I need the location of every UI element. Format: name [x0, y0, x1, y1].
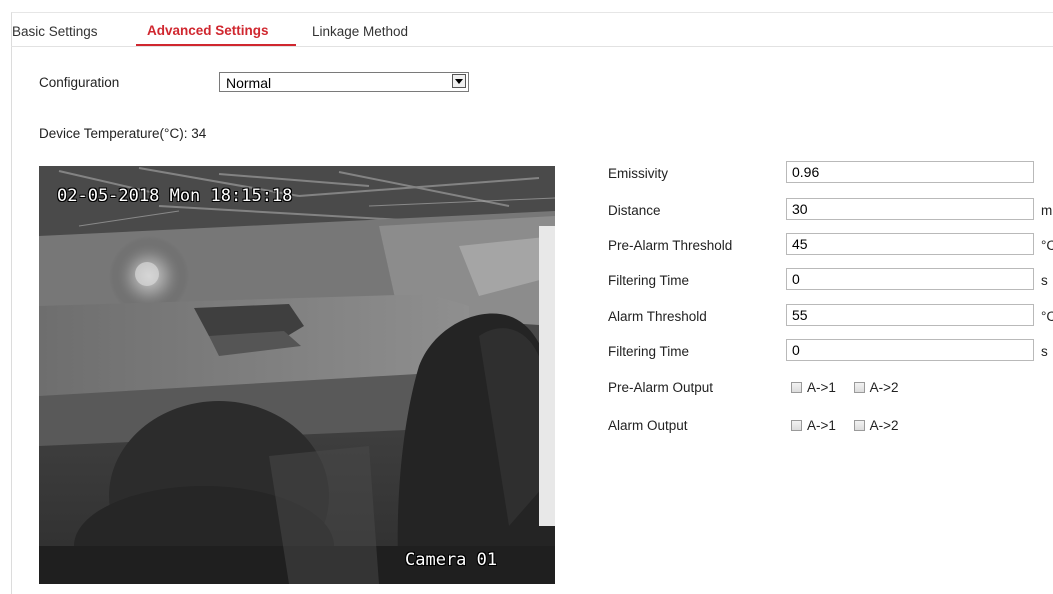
checkbox-icon [853, 420, 865, 431]
configuration-selected-value: Normal [226, 75, 272, 91]
distance-input[interactable] [786, 198, 1034, 220]
alarm-output-a1-checkbox[interactable]: A->1 [791, 418, 836, 433]
distance-label: Distance [608, 203, 661, 218]
thermal-image [39, 166, 555, 584]
distance-unit: m [1041, 203, 1053, 218]
pre-alarm-output-options: A->1 A->2 [791, 380, 913, 395]
tab-linkage-method[interactable]: Linkage Method [312, 24, 408, 39]
camera-timestamp: 02-05-2018 Mon 18:15:18 [57, 186, 293, 206]
configuration-select[interactable]: Normal [219, 72, 469, 92]
alarm-output-options: A->1 A->2 [791, 418, 913, 433]
pre-alarm-output-label: Pre-Alarm Output [608, 380, 714, 395]
emissivity-input[interactable] [786, 161, 1034, 183]
checkbox-icon [791, 382, 802, 393]
checkbox-label: A->2 [869, 418, 899, 433]
alarm-threshold-unit: °C [1041, 309, 1053, 324]
pre-alarm-output-a2-checkbox[interactable]: A->2 [853, 380, 899, 395]
pre-alarm-threshold-label: Pre-Alarm Threshold [608, 238, 733, 253]
pre-alarm-output-a1-checkbox[interactable]: A->1 [791, 380, 836, 395]
alarm-filtering-time-unit: s [1041, 344, 1048, 359]
alarm-threshold-input[interactable] [786, 304, 1034, 326]
alarm-filtering-time-input[interactable] [786, 339, 1034, 361]
alarm-threshold-label: Alarm Threshold [608, 309, 707, 324]
pre-alarm-threshold-input[interactable] [786, 233, 1034, 255]
pre-alarm-filtering-time-unit: s [1041, 273, 1048, 288]
chevron-down-icon[interactable] [452, 74, 466, 88]
checkbox-label: A->2 [869, 380, 899, 395]
pre-alarm-filtering-time-input[interactable] [786, 268, 1034, 290]
tab-advanced-settings[interactable]: Advanced Settings [147, 23, 269, 38]
alarm-output-a2-checkbox[interactable]: A->2 [853, 418, 899, 433]
alarm-filtering-time-label: Filtering Time [608, 344, 690, 359]
pre-alarm-threshold-unit: °C [1041, 238, 1053, 253]
camera-live-view[interactable]: 02-05-2018 Mon 18:15:18 Camera 01 [39, 166, 555, 584]
device-temperature: Device Temperature(°C): 34 [39, 126, 207, 141]
checkbox-label: A->1 [807, 380, 836, 395]
checkbox-icon [791, 420, 802, 431]
tab-basic-settings[interactable]: Basic Settings [12, 24, 98, 39]
emissivity-label: Emissivity [608, 166, 668, 181]
checkbox-label: A->1 [807, 418, 836, 433]
pre-alarm-filtering-time-label: Filtering Time [608, 273, 690, 288]
alarm-output-label: Alarm Output [608, 418, 688, 433]
checkbox-icon [853, 382, 865, 393]
tabs-divider [11, 46, 1053, 47]
camera-name: Camera 01 [405, 550, 498, 570]
configuration-label: Configuration [39, 75, 120, 90]
